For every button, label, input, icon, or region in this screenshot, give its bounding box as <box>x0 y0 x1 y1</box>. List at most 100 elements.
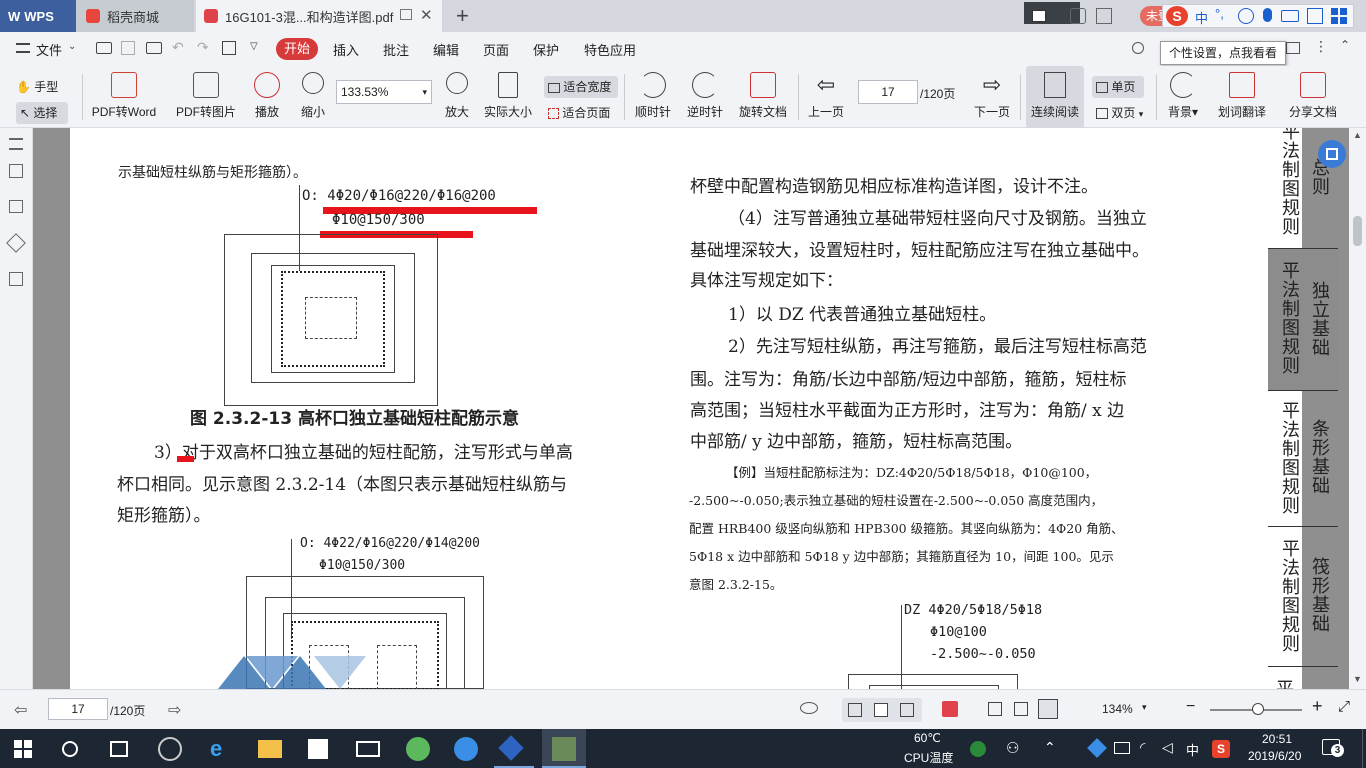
zoom-slider[interactable] <box>1210 703 1302 715</box>
next-page-icon[interactable]: ⇨ <box>168 700 181 720</box>
floating-tool-button[interactable] <box>1318 140 1346 168</box>
zoom-out-status-icon[interactable]: − <box>1186 698 1195 716</box>
tab-daoke-store[interactable]: 稻壳商城 <box>76 0 194 32</box>
close-tab-icon[interactable]: ✕ <box>420 6 433 24</box>
image-app-taskbar-item[interactable] <box>542 729 586 768</box>
menu-annotate[interactable]: 批注 <box>383 40 409 59</box>
fit-page-button[interactable]: 适合页面 <box>544 102 618 124</box>
menu-protect[interactable]: 保护 <box>533 40 559 59</box>
format-icon[interactable] <box>222 41 236 55</box>
side-tab-isolated-foundation[interactable]: 平法制图规则 独立基础 <box>1268 248 1338 390</box>
ime-tray-label[interactable]: 中 <box>1186 740 1199 759</box>
task-view-icon[interactable] <box>110 741 128 757</box>
fullscreen-icon[interactable]: ⤢ <box>1338 698 1350 715</box>
redo-icon[interactable]: ↷ <box>197 39 209 56</box>
ime-emoji-icon[interactable] <box>1238 8 1254 24</box>
zoom-in-button[interactable]: 放大 <box>440 66 474 128</box>
search-icon[interactable] <box>1132 42 1144 54</box>
zoom-in-status-icon[interactable]: + <box>1312 696 1323 717</box>
security-tray-icon[interactable] <box>970 741 986 757</box>
open-folder-icon[interactable] <box>96 42 112 54</box>
play-button[interactable]: 播放 <box>250 66 284 128</box>
actual-size-button[interactable]: 实际大小 <box>482 66 534 128</box>
scroll-down-icon[interactable]: ▼ <box>1353 674 1362 684</box>
tray-app-icon[interactable] <box>1087 738 1107 758</box>
scroll-up-icon[interactable]: ▲ <box>1353 130 1362 140</box>
status-page-input[interactable]: 17 <box>48 698 108 720</box>
double-view-icon[interactable] <box>900 703 914 717</box>
zoom-out-button[interactable]: 缩小 <box>296 66 330 128</box>
refresh-app-icon[interactable] <box>158 737 182 761</box>
ime-voice-icon[interactable] <box>1263 8 1272 22</box>
prev-page-icon[interactable]: ⇦ <box>14 700 27 720</box>
new-tab-icon[interactable]: + <box>456 3 469 29</box>
network-tray-icon[interactable] <box>1114 742 1130 754</box>
sogou-logo-icon[interactable]: S <box>1166 6 1188 26</box>
people-icon[interactable]: ⚇ <box>1006 739 1019 757</box>
eye-protection-icon[interactable] <box>800 702 818 714</box>
clock-time[interactable]: 20:51 <box>1262 732 1292 746</box>
fit-width-button[interactable]: 适合宽度 <box>544 76 618 98</box>
skin-icon[interactable] <box>1070 8 1086 24</box>
undo-icon[interactable]: ↶ <box>172 39 184 56</box>
browser-360-icon[interactable] <box>406 737 430 761</box>
select-tool-button[interactable]: ↖ 选择 <box>16 102 68 124</box>
file-explorer-icon[interactable] <box>258 740 282 758</box>
fit-page-status-icon[interactable] <box>1014 702 1028 716</box>
rotate-clockwise-button[interactable]: 顺时针 <box>632 66 674 128</box>
start-menu-icon[interactable] <box>14 740 32 758</box>
continuous-read-button[interactable]: 连续阅读 <box>1026 66 1084 128</box>
translate-button[interactable]: 划词翻译 <box>1214 66 1270 128</box>
actual-size-status-icon[interactable] <box>988 702 1002 716</box>
double-page-button[interactable]: 双页 ▾ <box>1092 102 1148 124</box>
single-view-icon[interactable] <box>874 703 888 717</box>
ime-keyboard-icon[interactable] <box>1281 10 1299 22</box>
play-slideshow-icon[interactable] <box>942 701 958 717</box>
zoom-select[interactable]: 133.53% ▾ <box>336 80 432 104</box>
next-page-button[interactable]: ⇨ 下一页 <box>970 66 1014 128</box>
sogou-tray-icon[interactable]: S <box>1212 740 1230 758</box>
ime-mode-label[interactable]: 中 <box>1195 8 1208 27</box>
rotate-document-button[interactable]: 旋转文档 <box>736 66 790 128</box>
tab-pdf-document[interactable]: 16G101-3混...和构造详图.pdf ✕ <box>196 0 442 32</box>
side-tab-strip-foundation[interactable]: 平法制图规则 条形基础 <box>1268 390 1338 526</box>
volume-icon[interactable]: ◁ <box>1162 739 1173 756</box>
document-viewport[interactable]: 示基础短柱纵筋与矩形箍筋）。 O: 4Φ20/Φ16@220/Φ16@200 Φ… <box>33 128 1349 689</box>
menu-page[interactable]: 页面 <box>483 40 509 59</box>
menu-special[interactable]: 特色应用 <box>584 40 636 59</box>
print-icon[interactable] <box>146 42 162 54</box>
image-icon[interactable] <box>9 200 23 213</box>
zoom-slider-thumb[interactable] <box>1252 703 1264 715</box>
share-icon[interactable] <box>1286 42 1300 54</box>
wifi-icon[interactable]: ◜ <box>1140 739 1145 756</box>
menu-insert[interactable]: 插入 <box>333 40 359 59</box>
more-dropdown-icon[interactable]: ▽ <box>250 41 258 52</box>
home-icon[interactable] <box>1096 8 1112 24</box>
side-tab-next[interactable]: 平 <box>1268 666 1338 689</box>
tab-wps-home[interactable]: W WPS <box>0 0 76 32</box>
hamburger-icon[interactable] <box>16 43 30 53</box>
continuous-view-icon[interactable] <box>848 703 862 717</box>
show-desktop-button[interactable] <box>1362 729 1366 768</box>
rotate-counterclockwise-button[interactable]: 逆时针 <box>684 66 726 128</box>
wps-taskbar-item[interactable] <box>494 729 534 768</box>
save-icon[interactable] <box>121 41 135 55</box>
ime-punctuation-icon[interactable]: °, <box>1215 6 1224 21</box>
hand-tool-button[interactable]: ✋ 手型 <box>16 78 72 98</box>
pdf-to-word-button[interactable]: PDF转Word <box>88 66 160 128</box>
page-number-input[interactable]: 17 <box>858 80 918 104</box>
menu-file[interactable]: 文件 <box>36 40 62 59</box>
menu-edit[interactable]: 编辑 <box>433 40 459 59</box>
outline-icon[interactable] <box>9 164 23 178</box>
sogou-browser-icon[interactable] <box>454 737 478 761</box>
chevron-down-icon[interactable]: ▾ <box>1142 702 1147 713</box>
more-menu-icon[interactable]: ⋮ <box>1314 38 1328 55</box>
ime-skin-icon[interactable] <box>1307 8 1323 24</box>
notification-center-icon[interactable]: 3 <box>1322 739 1344 757</box>
attachment-icon[interactable] <box>9 272 23 286</box>
collapse-ribbon-icon[interactable]: ⌃ <box>1340 38 1350 52</box>
prev-page-button[interactable]: ⇦ 上一页 <box>806 66 846 128</box>
side-tab-raft-foundation[interactable]: 平法制图规则 筏形基础 <box>1268 526 1338 666</box>
fit-width-status-icon[interactable] <box>1038 699 1058 719</box>
menu-start[interactable]: 开始 <box>276 38 318 60</box>
